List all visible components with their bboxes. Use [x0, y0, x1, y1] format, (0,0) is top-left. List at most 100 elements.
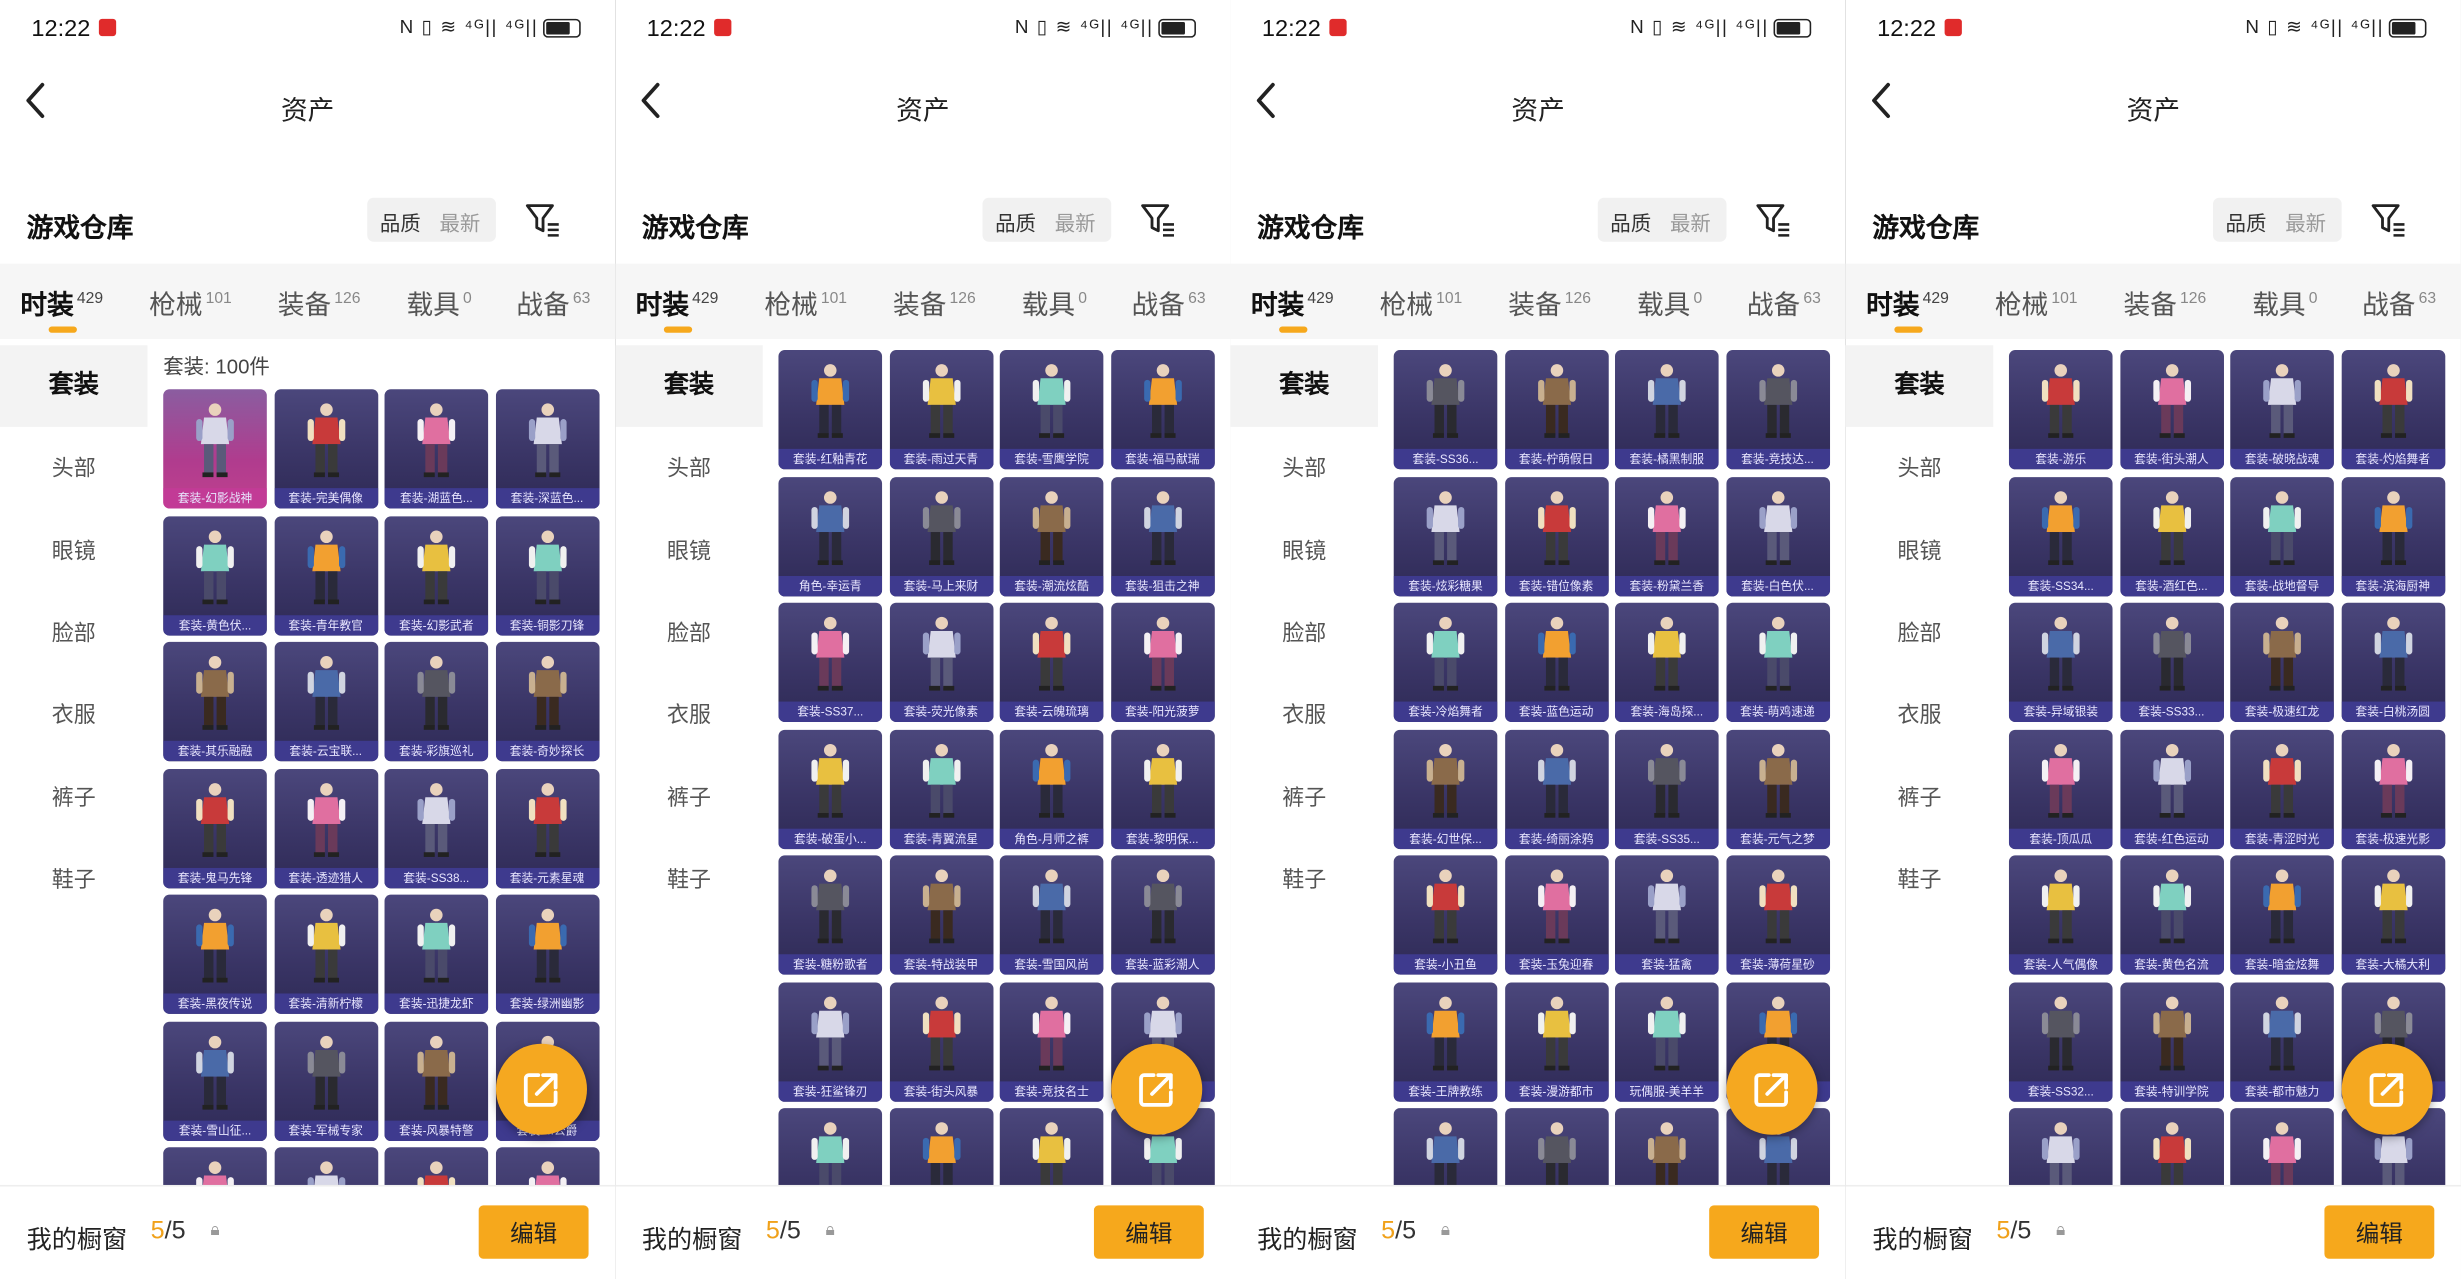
outfit-card[interactable]: 套装-湖蓝色... — [384, 389, 489, 509]
outfit-card[interactable]: 套装-游乐 — [2008, 349, 2113, 470]
outfit-card[interactable]: 套装-战地督导 — [2230, 476, 2334, 596]
outfit-card[interactable]: 套装-黑夜传说 — [163, 894, 267, 1014]
tab-0[interactable]: 时装 429 — [20, 283, 103, 333]
outfit-card[interactable] — [273, 1147, 378, 1185]
sidebar-item-2[interactable]: 眼镜 — [615, 509, 763, 591]
outfit-card[interactable]: 套装-大橘大利 — [2340, 855, 2445, 975]
filter-button[interactable] — [1755, 201, 1793, 239]
tab-0[interactable]: 时装 429 — [1866, 283, 1949, 333]
sidebar-item-1[interactable]: 头部 — [0, 427, 148, 509]
outfit-card[interactable]: 套装-透迹猎人 — [273, 768, 378, 888]
outfit-card[interactable]: 套装-柠萌假日 — [1504, 349, 1608, 470]
outfit-card[interactable]: 套装-云魄琉璃 — [999, 602, 1104, 722]
sidebar-item-2[interactable]: 眼镜 — [0, 509, 148, 591]
sidebar-item-0[interactable]: 套装 — [615, 345, 763, 427]
outfit-card[interactable]: 套装-海岛探... — [1615, 602, 1719, 722]
tab-4[interactable]: 战备 63 — [1747, 283, 1821, 322]
sort-quality-button[interactable]: 品质 — [2226, 207, 2267, 237]
outfit-card[interactable]: 套装-SS33... — [2119, 602, 2224, 722]
outfit-card[interactable]: 套装-清新柠檬 — [273, 894, 378, 1014]
outfit-card[interactable]: 套装-SS32... — [2008, 981, 2113, 1102]
outfit-card[interactable]: 套装-酒红色... — [2119, 476, 2224, 596]
outfit-card[interactable]: 套装-雪山征... — [163, 1020, 267, 1141]
sidebar-item-4[interactable]: 衣服 — [1846, 674, 1994, 756]
outfit-card[interactable] — [1393, 1108, 1498, 1185]
outfit-card[interactable]: 角色-月师之裤 — [999, 729, 1104, 849]
sidebar-item-6[interactable]: 鞋子 — [0, 838, 148, 920]
tab-4[interactable]: 战备 63 — [516, 283, 590, 322]
sidebar-item-5[interactable]: 裤子 — [615, 756, 763, 838]
tab-2[interactable]: 装备 126 — [893, 283, 976, 322]
outfit-card[interactable]: 套装-王牌教练 — [1393, 981, 1498, 1102]
outfit-card[interactable]: 套装-破蛋小... — [778, 729, 883, 849]
tab-4[interactable]: 战备 63 — [2362, 283, 2436, 322]
outfit-card[interactable]: 套装-SS37... — [778, 602, 883, 722]
outfit-card[interactable]: 套装-特训学院 — [2119, 981, 2224, 1102]
edit-button[interactable]: 编辑 — [1093, 1205, 1204, 1259]
filter-button[interactable] — [2370, 201, 2408, 239]
outfit-card[interactable]: 套装-荧光像素 — [889, 602, 993, 722]
outfit-card[interactable]: 套装-糖粉歌者 — [778, 855, 883, 975]
outfit-card[interactable] — [778, 1108, 883, 1185]
outfit-card[interactable]: 套装-雪国风尚 — [999, 855, 1104, 975]
sidebar-item-3[interactable]: 脸部 — [615, 592, 763, 674]
filter-button[interactable] — [524, 201, 562, 239]
share-fab-button[interactable] — [1726, 1043, 1818, 1135]
sidebar-item-4[interactable]: 衣服 — [0, 674, 148, 756]
outfit-card[interactable]: 套装-幻影战神 — [163, 389, 267, 509]
outfit-card[interactable]: 套装-炫彩糖果 — [1393, 476, 1498, 596]
outfit-card[interactable]: 套装-滨海厨神 — [2340, 476, 2445, 596]
outfit-card[interactable]: 套装-绮丽涂鸦 — [1504, 729, 1608, 849]
outfit-card[interactable]: 套装-马上来财 — [889, 476, 993, 596]
outfit-card[interactable]: 套装-玉兔迎春 — [1504, 855, 1608, 975]
outfit-card[interactable]: 套装-特战装甲 — [889, 855, 993, 975]
outfit-card[interactable]: 套装-幻影武者 — [384, 515, 489, 635]
sidebar-item-0[interactable]: 套装 — [0, 345, 148, 427]
outfit-card[interactable]: 套装-福马献瑞 — [1110, 349, 1215, 470]
outfit-card[interactable]: 套装-黄色名流 — [2119, 855, 2224, 975]
outfit-card[interactable]: 套装-SS35... — [1615, 729, 1719, 849]
tab-2[interactable]: 装备 126 — [1508, 283, 1591, 322]
sidebar-item-6[interactable]: 鞋子 — [1846, 838, 1994, 920]
outfit-card[interactable]: 套装-竞技达... — [1725, 349, 1830, 470]
edit-button[interactable]: 编辑 — [1709, 1205, 1820, 1259]
outfit-card[interactable]: 套装-迅捷龙虾 — [384, 894, 489, 1014]
outfit-card[interactable]: 套装-都市魅力 — [2230, 981, 2334, 1102]
tab-1[interactable]: 枪械 101 — [149, 283, 232, 322]
sidebar-item-4[interactable]: 衣服 — [1230, 674, 1378, 756]
outfit-card[interactable]: 套装-SS34... — [2008, 476, 2113, 596]
outfit-card[interactable]: 套装-破晓战魂 — [2230, 349, 2334, 470]
tab-3[interactable]: 载具 0 — [1022, 283, 1087, 322]
outfit-card[interactable]: 套装-元素星魂 — [495, 768, 599, 888]
outfit-card[interactable]: 套装-橘黑制服 — [1615, 349, 1719, 470]
sort-quality-button[interactable]: 品质 — [995, 207, 1036, 237]
outfit-card[interactable] — [163, 1147, 267, 1185]
sort-newest-button[interactable]: 最新 — [1670, 207, 1711, 237]
outfit-card[interactable]: 套装-鬼马先锋 — [163, 768, 267, 888]
outfit-card[interactable]: 套装-SS38... — [384, 768, 489, 888]
sidebar-item-0[interactable]: 套装 — [1230, 345, 1379, 427]
sidebar-item-3[interactable]: 脸部 — [1230, 592, 1378, 674]
sort-newest-button[interactable]: 最新 — [2285, 207, 2326, 237]
tab-0[interactable]: 时装 429 — [1251, 283, 1334, 333]
outfit-card[interactable]: 套装-风暴特警 — [384, 1020, 489, 1141]
share-fab-button[interactable] — [495, 1043, 587, 1135]
outfit-card[interactable]: 套装-青年教官 — [273, 515, 378, 635]
outfit-card[interactable]: 套装-狂鲨锋刃 — [778, 981, 883, 1102]
outfit-card[interactable]: 套装-雪鹰学院 — [999, 349, 1104, 470]
outfit-card[interactable]: 套装-军械专家 — [273, 1020, 378, 1141]
outfit-card[interactable]: 套装-彩旗巡礼 — [384, 641, 489, 762]
sidebar-item-2[interactable]: 眼镜 — [1846, 509, 1994, 591]
sidebar-item-5[interactable]: 裤子 — [0, 756, 148, 838]
outfit-card[interactable]: 套装-奇妙探长 — [495, 641, 599, 762]
outfit-card[interactable]: 套装-白色伏... — [1725, 476, 1830, 596]
sidebar-item-6[interactable]: 鞋子 — [1230, 838, 1378, 920]
outfit-card[interactable]: 套装-青翼流星 — [889, 729, 993, 849]
tab-2[interactable]: 装备 126 — [2124, 283, 2207, 322]
outfit-card[interactable]: 套装-暗金炫舞 — [2230, 855, 2334, 975]
tab-1[interactable]: 枪械 101 — [1380, 283, 1463, 322]
outfit-card[interactable]: 玩偶服-美羊羊 — [1615, 981, 1719, 1102]
outfit-card[interactable] — [2230, 1108, 2334, 1185]
outfit-card[interactable]: 套装-元气之梦 — [1725, 729, 1830, 849]
outfit-card[interactable]: 套装-薄荷星砂 — [1725, 855, 1830, 975]
